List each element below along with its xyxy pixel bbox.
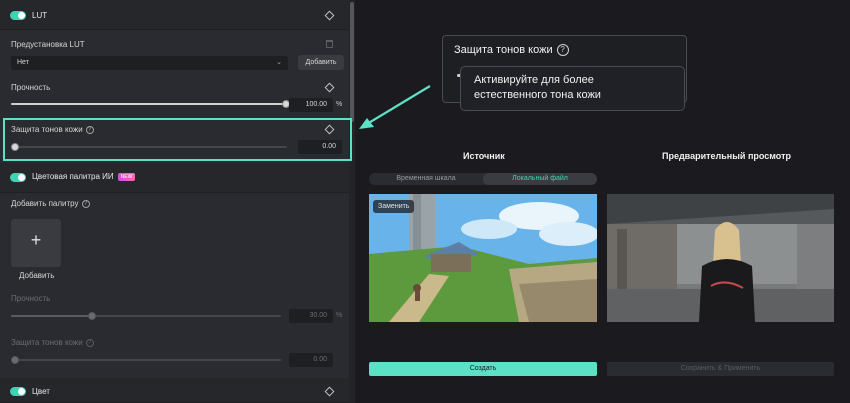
palette-skin-tone-value-input[interactable]: 0.00 [289, 353, 333, 367]
add-lut-button[interactable]: Добавить [298, 55, 344, 70]
tab-local-file[interactable]: Локальный файл [483, 173, 597, 185]
skin-tone-highlight-box [3, 118, 352, 161]
palette-skin-tone-slider[interactable] [11, 356, 281, 364]
tooltip-title: Защита тонов кожи? [454, 44, 569, 57]
tooltip-text-line2: естественного тона кожи [474, 89, 601, 101]
strength-slider-fill [11, 103, 286, 105]
pointer-arrow-icon [359, 85, 431, 129]
tooltip-text-line1: Активируйте для более [474, 74, 594, 86]
add-palette-tile[interactable]: + [11, 219, 61, 267]
add-palette-tile-label: Добавить [19, 271, 55, 280]
create-button[interactable]: Создать [369, 362, 597, 376]
palette-skin-tone-label: Защита тонов кожи? [11, 338, 94, 347]
source-title: Источник [463, 151, 505, 161]
preview-image [607, 194, 834, 322]
panel-scrollbar-thumb[interactable] [350, 2, 354, 122]
palette-strength-value-input[interactable]: 30.00 [289, 309, 333, 323]
color-title: Цвет [32, 387, 50, 396]
lut-toggle[interactable] [10, 11, 26, 20]
add-palette-label-text: Добавить палитру [11, 199, 79, 208]
lut-preset-label: Предустановка LUT [11, 40, 85, 49]
color-toggle[interactable] [10, 387, 26, 396]
lut-title: LUT [32, 11, 48, 20]
source-image: Заменить [369, 194, 597, 322]
preview-title: Предварительный просмотр [662, 151, 791, 161]
ai-palette-title: Цветовая палитра ИИ NEW [32, 172, 136, 181]
new-badge: NEW [117, 172, 136, 181]
ai-palette-toggle[interactable] [10, 173, 26, 182]
ai-palette-section-header[interactable]: Цветовая палитра ИИ NEW [0, 163, 349, 193]
lut-preset-value: Нет [17, 59, 29, 66]
help-icon[interactable]: ? [85, 338, 94, 347]
tooltip-title-text: Защита тонов кожи [454, 44, 553, 56]
strength-label: Прочность [11, 83, 51, 92]
tab-timeline[interactable]: Временная шкала [369, 173, 483, 185]
preview-image-art [607, 194, 834, 322]
adjustment-panel: LUT Предустановка LUT Нет ⌄ Добавить Про… [0, 0, 355, 403]
color-section-header[interactable]: Цвет [0, 378, 349, 403]
ai-palette-title-text: Цветовая палитра ИИ [32, 172, 114, 181]
source-tabs: Временная шкала Локальный файл [369, 173, 597, 185]
help-icon: ? [556, 44, 569, 57]
palette-strength-percent-unit: % [336, 312, 343, 319]
replace-chip[interactable]: Заменить [373, 200, 415, 213]
palette-skin-tone-label-text: Защита тонов кожи [11, 338, 83, 347]
strength-keyframe-diamond-icon[interactable] [324, 82, 335, 93]
tooltip-description: Активируйте для более естественного тона… [460, 66, 685, 111]
chevron-down-icon: ⌄ [276, 59, 282, 66]
palette-strength-label: Прочность [11, 294, 51, 303]
trash-icon[interactable] [326, 40, 333, 48]
palette-strength-slider[interactable] [11, 312, 281, 320]
source-image-art [369, 194, 597, 322]
palette-skin-tone-slider-knob[interactable] [11, 356, 19, 364]
plus-icon: + [30, 230, 42, 250]
strength-slider[interactable] [11, 100, 290, 108]
strength-value-input[interactable]: 100.00 [289, 98, 333, 112]
add-palette-label: Добавить палитру? [11, 199, 90, 208]
strength-percent-unit: % [336, 101, 343, 108]
color-keyframe-diamond-icon[interactable] [324, 386, 335, 397]
lut-preset-select[interactable]: Нет ⌄ [11, 56, 288, 70]
palette-strength-slider-fill [11, 315, 92, 317]
save-and-apply-button: Сохранить & Применить [607, 362, 834, 376]
lut-section-header[interactable]: LUT [0, 0, 349, 30]
help-icon[interactable]: ? [81, 199, 90, 208]
palette-strength-slider-knob[interactable] [88, 312, 96, 320]
lut-keyframe-diamond-icon[interactable] [324, 10, 335, 21]
